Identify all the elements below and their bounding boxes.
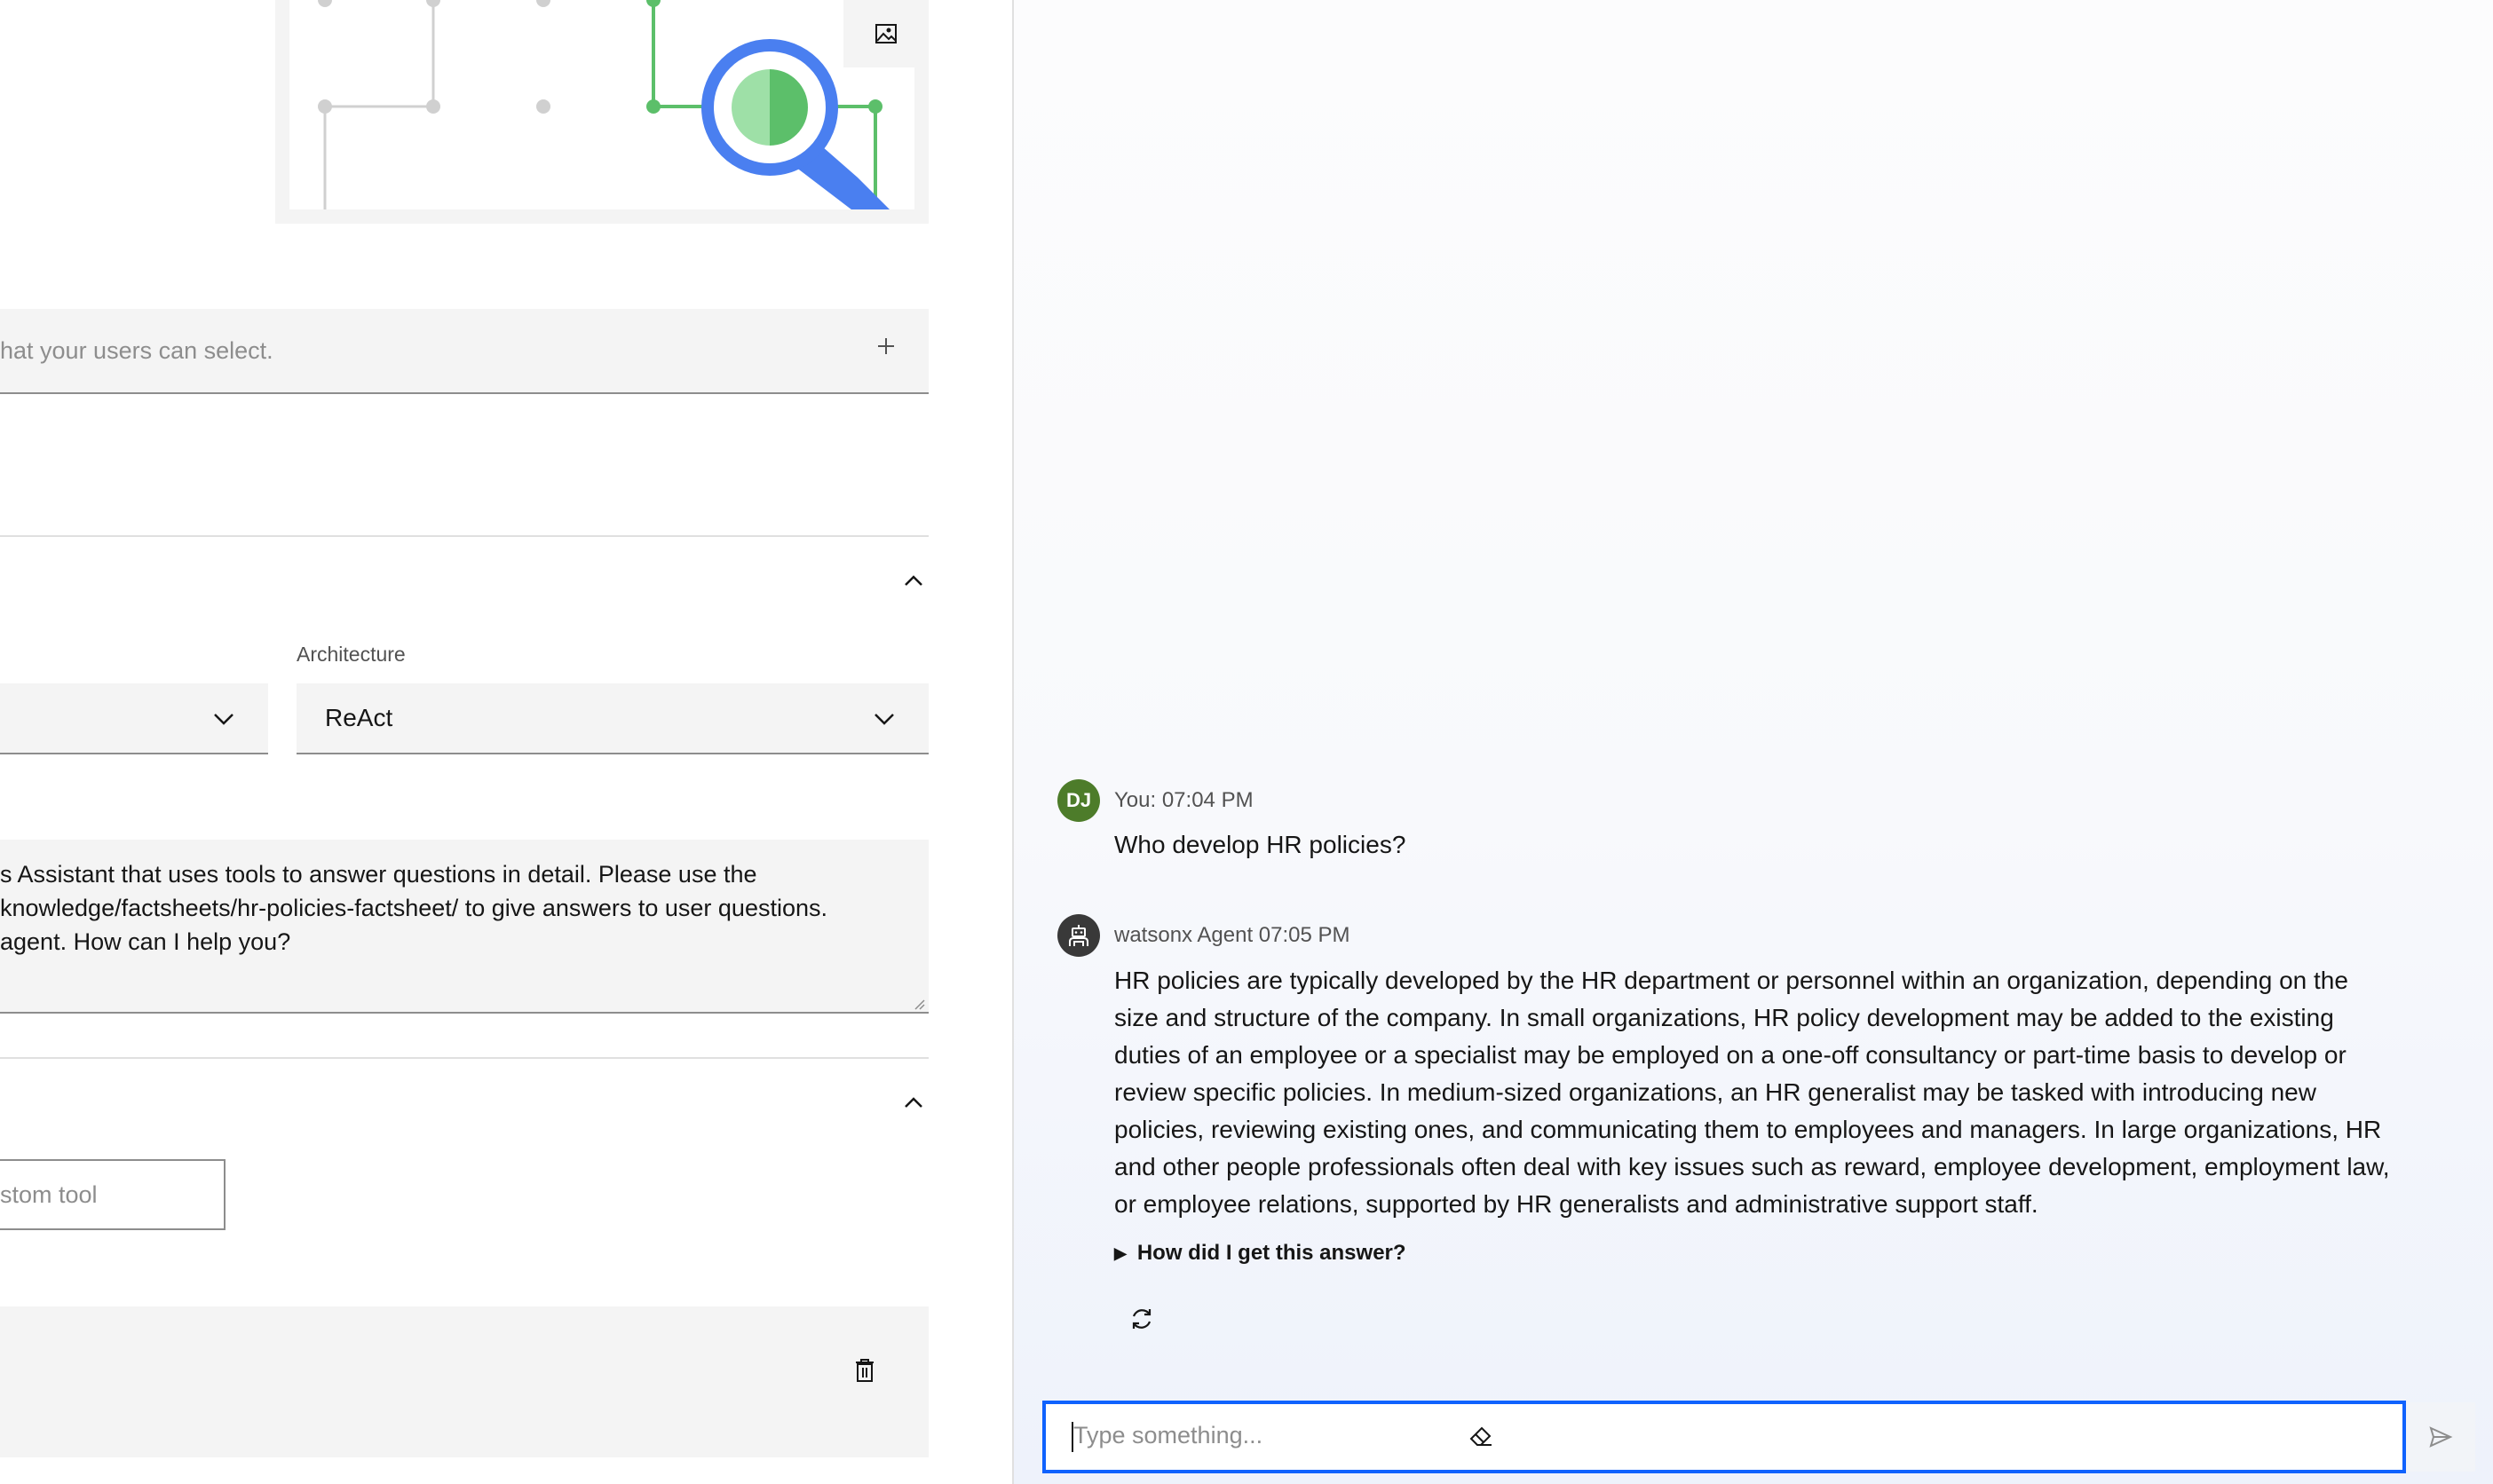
options-placeholder: hat your users can select. xyxy=(0,337,273,364)
architecture-value: ReAct xyxy=(325,704,393,731)
agent-avatar xyxy=(1057,914,1100,957)
change-image-button[interactable] xyxy=(843,0,929,67)
robot-icon xyxy=(1069,925,1088,946)
explain-answer-toggle[interactable]: ▶ How did I get this answer? xyxy=(1114,1241,1406,1266)
caret-right-icon: ▶ xyxy=(1114,1243,1127,1262)
plus-icon[interactable] xyxy=(868,328,904,364)
architecture-label: Architecture xyxy=(297,643,406,666)
section-divider xyxy=(0,535,929,537)
instructions-line: agent. How can I help you? xyxy=(0,928,291,955)
instructions-line: knowledge/factsheets/hr-policies-factshe… xyxy=(0,895,827,921)
agent-message-meta: watsonx Agent 07:05 PM xyxy=(1114,923,1350,947)
avatar: DJ xyxy=(1057,779,1100,822)
chevron-down-icon[interactable] xyxy=(870,705,898,733)
send-button[interactable] xyxy=(2406,1402,2475,1472)
explain-answer-label: How did I get this answer? xyxy=(1136,1241,1406,1265)
user-message: Who develop HR policies? xyxy=(1114,831,1406,858)
chevron-up-icon[interactable] xyxy=(899,566,928,595)
instructions-line: s Assistant that uses tools to answer qu… xyxy=(0,861,757,888)
resize-handle-icon[interactable] xyxy=(913,998,925,1010)
chevron-up-icon[interactable] xyxy=(899,1088,928,1117)
send-icon xyxy=(2429,1426,2453,1448)
user-message-meta: You: 07:04 PM xyxy=(1114,788,1254,812)
tool-card xyxy=(0,1306,929,1457)
chevron-down-icon[interactable] xyxy=(210,705,238,733)
agent-message: HR policies are typically developed by t… xyxy=(1114,967,2390,1218)
eraser-icon[interactable] xyxy=(1463,1418,1499,1454)
agent-illustration xyxy=(289,0,914,209)
renew-icon xyxy=(1132,1309,1152,1329)
chat-input-placeholder: Type something... xyxy=(1073,1422,1263,1448)
trash-icon[interactable] xyxy=(849,1354,881,1386)
regenerate-button[interactable] xyxy=(1124,1301,1159,1337)
image-icon xyxy=(875,24,897,43)
custom-tool-placeholder: stom tool xyxy=(0,1181,98,1208)
section-divider xyxy=(0,1057,929,1059)
